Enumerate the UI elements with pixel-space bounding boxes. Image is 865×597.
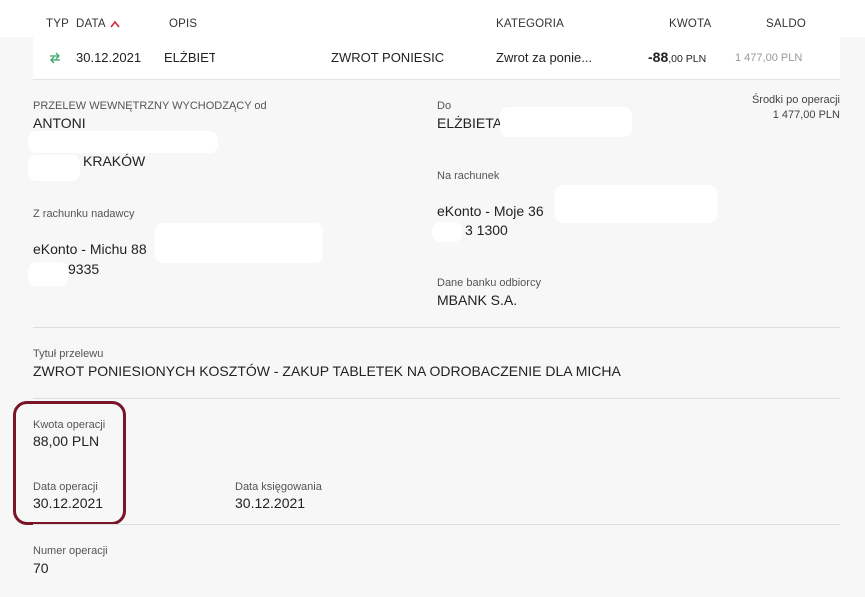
to-account-name: eKonto - Moje 36 — [437, 203, 544, 219]
row-date: 30.12.2021 — [76, 50, 142, 65]
sort-ascending-icon[interactable] — [110, 20, 120, 28]
row-category[interactable]: Zwrot za ponie... — [496, 50, 592, 65]
column-header-saldo[interactable]: SALDO — [766, 18, 806, 30]
redaction — [555, 185, 717, 223]
table-header — [0, 0, 865, 37]
redaction — [432, 222, 462, 242]
column-header-typ[interactable]: TYP — [46, 18, 69, 30]
from-account-label: Z rachunku nadawcy — [33, 208, 135, 220]
transfer-arrows-icon — [50, 52, 60, 64]
redaction — [155, 223, 323, 263]
to-account-number: 3 1300 — [465, 222, 508, 238]
from-account-name: eKonto - Michu 88 — [33, 241, 147, 257]
divider — [33, 327, 840, 328]
row-amount: -88,00 PLN — [648, 49, 706, 65]
row-opis-text: ZWROT PONIESIC — [331, 50, 445, 65]
redaction — [215, 45, 327, 68]
divider — [33, 524, 840, 525]
column-header-kategoria[interactable]: KATEGORIA — [496, 18, 564, 30]
from-account-number: 9335 — [68, 261, 100, 277]
booking-date-value: 30.12.2021 — [235, 495, 306, 511]
row-amount-fraction: ,00 PLN — [668, 53, 707, 65]
redaction — [28, 262, 68, 286]
operation-number-label: Numer operacji — [33, 545, 108, 557]
transfer-type-label: PRZELEW WEWNĘTRZNY WYCHODZĄCY od — [33, 100, 267, 112]
highlight-annotation — [13, 401, 126, 525]
column-header-data[interactable]: DATA — [76, 18, 106, 30]
funds-after-value: 1 477,00 PLN — [772, 109, 840, 121]
bank-label: Dane banku odbiorcy — [437, 277, 541, 289]
sender-city: KRAKÓW — [83, 153, 146, 169]
transfer-title-value: ZWROT PONIESIONYCH KOSZTÓW - ZAKUP TABLE… — [33, 363, 621, 379]
funds-after-label: Środki po operacji — [751, 94, 840, 106]
booking-date-label: Data księgowania — [235, 481, 322, 493]
divider — [33, 398, 840, 399]
recipient-name: ELŻBIETA — [437, 115, 503, 131]
bank-name: MBANK S.A. — [437, 292, 518, 308]
redaction — [28, 131, 218, 153]
to-account-label: Na rachunek — [437, 170, 500, 182]
column-header-kwota[interactable]: KWOTA — [669, 18, 711, 30]
operation-number-value: 70 — [33, 560, 49, 576]
transfer-title-label: Tytuł przelewu — [33, 348, 104, 360]
row-balance: 1 477,00 PLN — [735, 52, 803, 64]
redaction — [500, 107, 632, 137]
sender-name: ANTONI — [33, 115, 86, 131]
column-header-opis[interactable]: OPIS — [169, 18, 197, 30]
row-amount-integer: -88 — [648, 49, 669, 65]
to-label: Do — [437, 100, 452, 112]
redaction — [28, 155, 80, 181]
